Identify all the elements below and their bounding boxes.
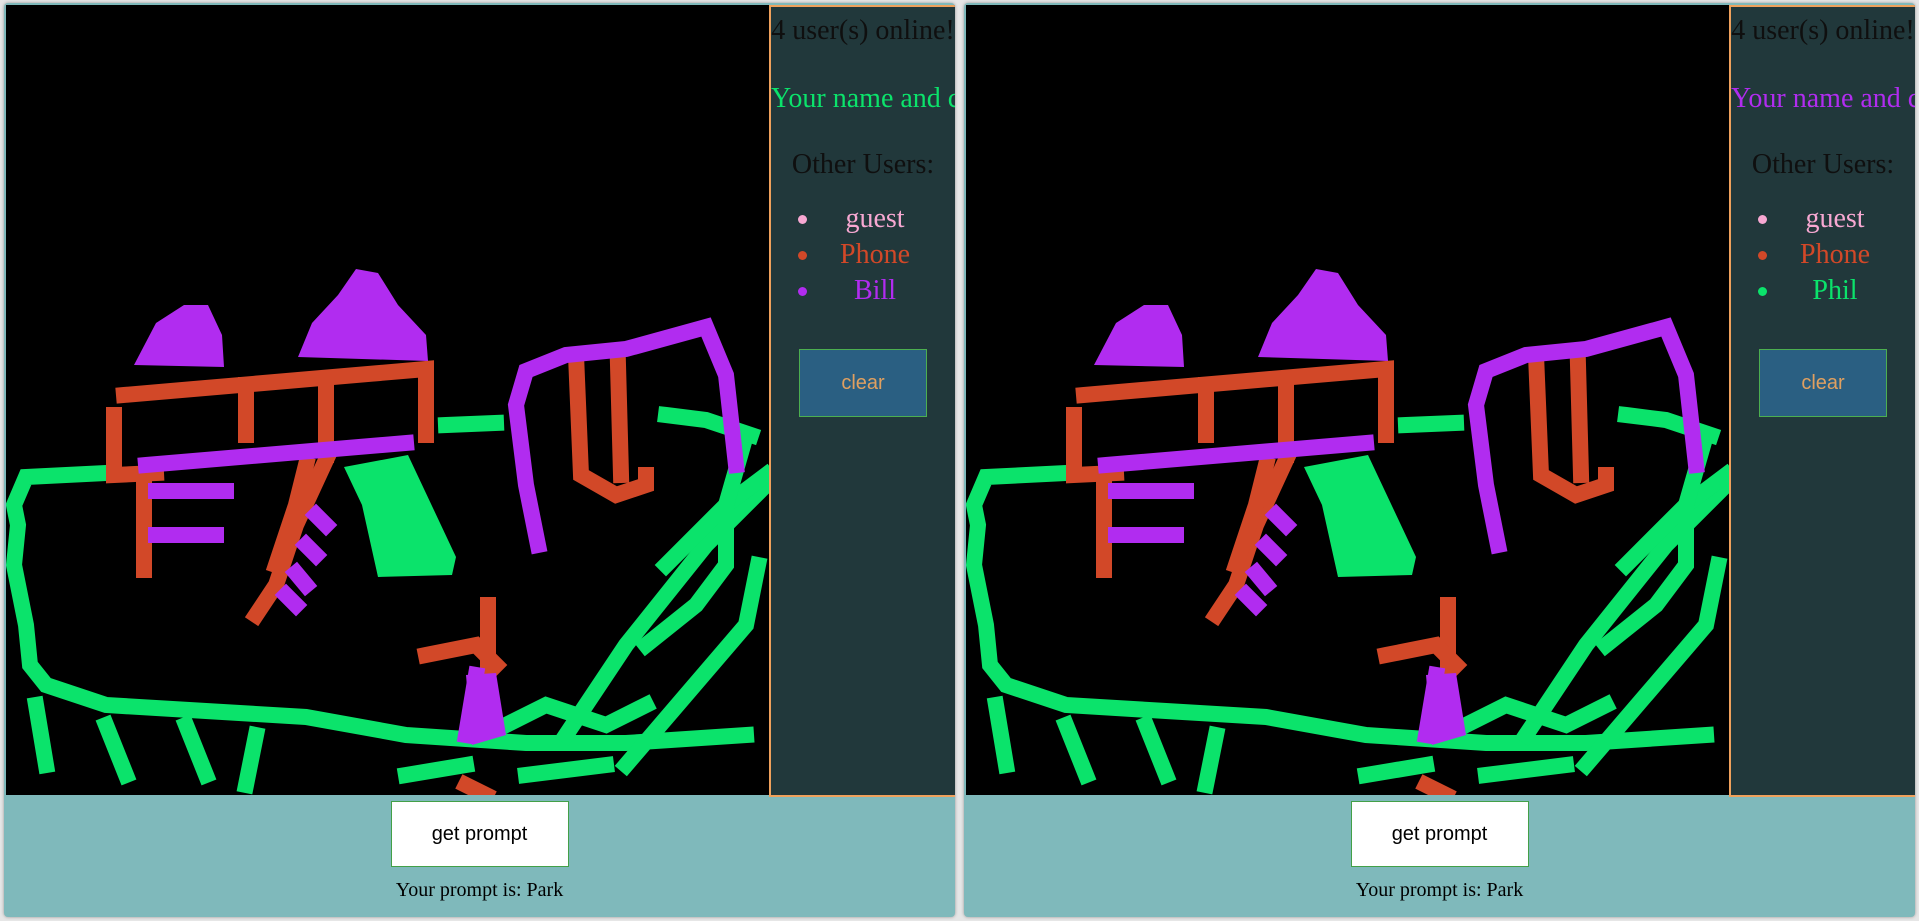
users-sidebar: 4 user(s) online! Your name and color: B… bbox=[1729, 5, 1915, 797]
drawing-canvas[interactable] bbox=[966, 5, 1729, 795]
user-name: Bill bbox=[853, 275, 896, 306]
drawing-canvas[interactable] bbox=[6, 5, 769, 795]
other-users-heading: Other Users: bbox=[1751, 149, 1895, 180]
prompt-text: Your prompt is: Park bbox=[395, 879, 564, 901]
bullet-icon bbox=[1758, 251, 1767, 260]
your-name-label: Your name and color: Phil bbox=[771, 83, 955, 114]
drawing-strokes bbox=[6, 269, 769, 795]
other-users-list: guest Phone Phil bbox=[1731, 201, 1915, 309]
get-prompt-button[interactable]: get prompt bbox=[390, 801, 569, 867]
user-list-item: guest bbox=[771, 201, 955, 237]
user-name: guest bbox=[1805, 203, 1865, 234]
prompt-area: get prompt Your prompt is: Park bbox=[964, 795, 1915, 917]
user-list-item: Phone bbox=[1731, 237, 1915, 273]
user-name: Phone bbox=[1800, 239, 1870, 270]
online-count: 4 user(s) online! bbox=[771, 15, 955, 46]
user-name: Phil bbox=[1812, 275, 1858, 306]
bullet-icon bbox=[798, 215, 807, 224]
canvas-drawing bbox=[6, 269, 769, 795]
prompt-area: get prompt Your prompt is: Park bbox=[4, 795, 955, 917]
user-list-item: Phone bbox=[771, 237, 955, 273]
your-name-label: Your name and color: Bill bbox=[1731, 83, 1915, 114]
bullet-icon bbox=[1758, 215, 1767, 224]
user-name: guest bbox=[845, 203, 905, 234]
online-count: 4 user(s) online! bbox=[1731, 15, 1915, 46]
other-users-heading: Other Users: bbox=[791, 149, 935, 180]
bullet-icon bbox=[1758, 287, 1767, 296]
users-sidebar: 4 user(s) online! Your name and color: P… bbox=[769, 5, 955, 797]
canvas-drawing bbox=[966, 269, 1729, 795]
client-window-phil: 4 user(s) online! Your name and color: P… bbox=[4, 3, 955, 917]
get-prompt-button[interactable]: get prompt bbox=[1350, 801, 1529, 867]
clear-button[interactable]: clear bbox=[1759, 349, 1887, 417]
user-list-item: Phil bbox=[1731, 273, 1915, 309]
user-name: Phone bbox=[840, 239, 910, 270]
user-list-item: guest bbox=[1731, 201, 1915, 237]
user-list-item: Bill bbox=[771, 273, 955, 309]
client-window-bill: 4 user(s) online! Your name and color: B… bbox=[964, 3, 1915, 917]
prompt-text: Your prompt is: Park bbox=[1355, 879, 1524, 901]
bullet-icon bbox=[798, 251, 807, 260]
drawing-strokes bbox=[966, 269, 1729, 795]
clear-button[interactable]: clear bbox=[799, 349, 927, 417]
other-users-list: guest Phone Bill bbox=[771, 201, 955, 309]
bullet-icon bbox=[798, 287, 807, 296]
